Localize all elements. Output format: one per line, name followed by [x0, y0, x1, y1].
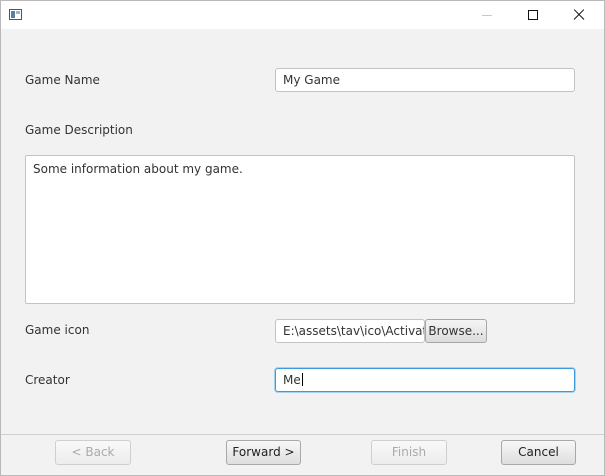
game-icon-path-input[interactable]: E:\assets\tav\ico\Activate. — [275, 319, 425, 343]
app-window-icon — [9, 9, 22, 20]
text-caret — [301, 373, 303, 386]
finish-button[interactable]: Finish — [371, 440, 447, 465]
close-icon — [573, 9, 585, 21]
game-name-label: Game Name — [25, 73, 100, 87]
maximize-button[interactable] — [510, 1, 556, 29]
game-description-textarea[interactable]: Some information about my game. — [25, 155, 575, 304]
maximize-icon — [528, 10, 538, 20]
game-icon-label: Game icon — [25, 323, 90, 337]
minimize-icon — [482, 14, 492, 16]
game-name-input[interactable]: My Game — [275, 68, 575, 92]
creator-input-value: Me — [283, 373, 301, 387]
game-description-label: Game Description — [25, 123, 133, 137]
forward-button[interactable]: Forward > — [226, 440, 301, 465]
back-button[interactable]: < Back — [55, 440, 131, 465]
creator-label: Creator — [25, 373, 70, 387]
creator-input[interactable]: Me — [275, 368, 575, 392]
close-button[interactable] — [556, 1, 602, 29]
title-bar[interactable] — [1, 1, 604, 29]
footer-divider — [1, 434, 604, 435]
minimize-button[interactable] — [464, 1, 510, 29]
browse-button[interactable]: Browse... — [425, 319, 487, 343]
cancel-button[interactable]: Cancel — [501, 440, 576, 465]
